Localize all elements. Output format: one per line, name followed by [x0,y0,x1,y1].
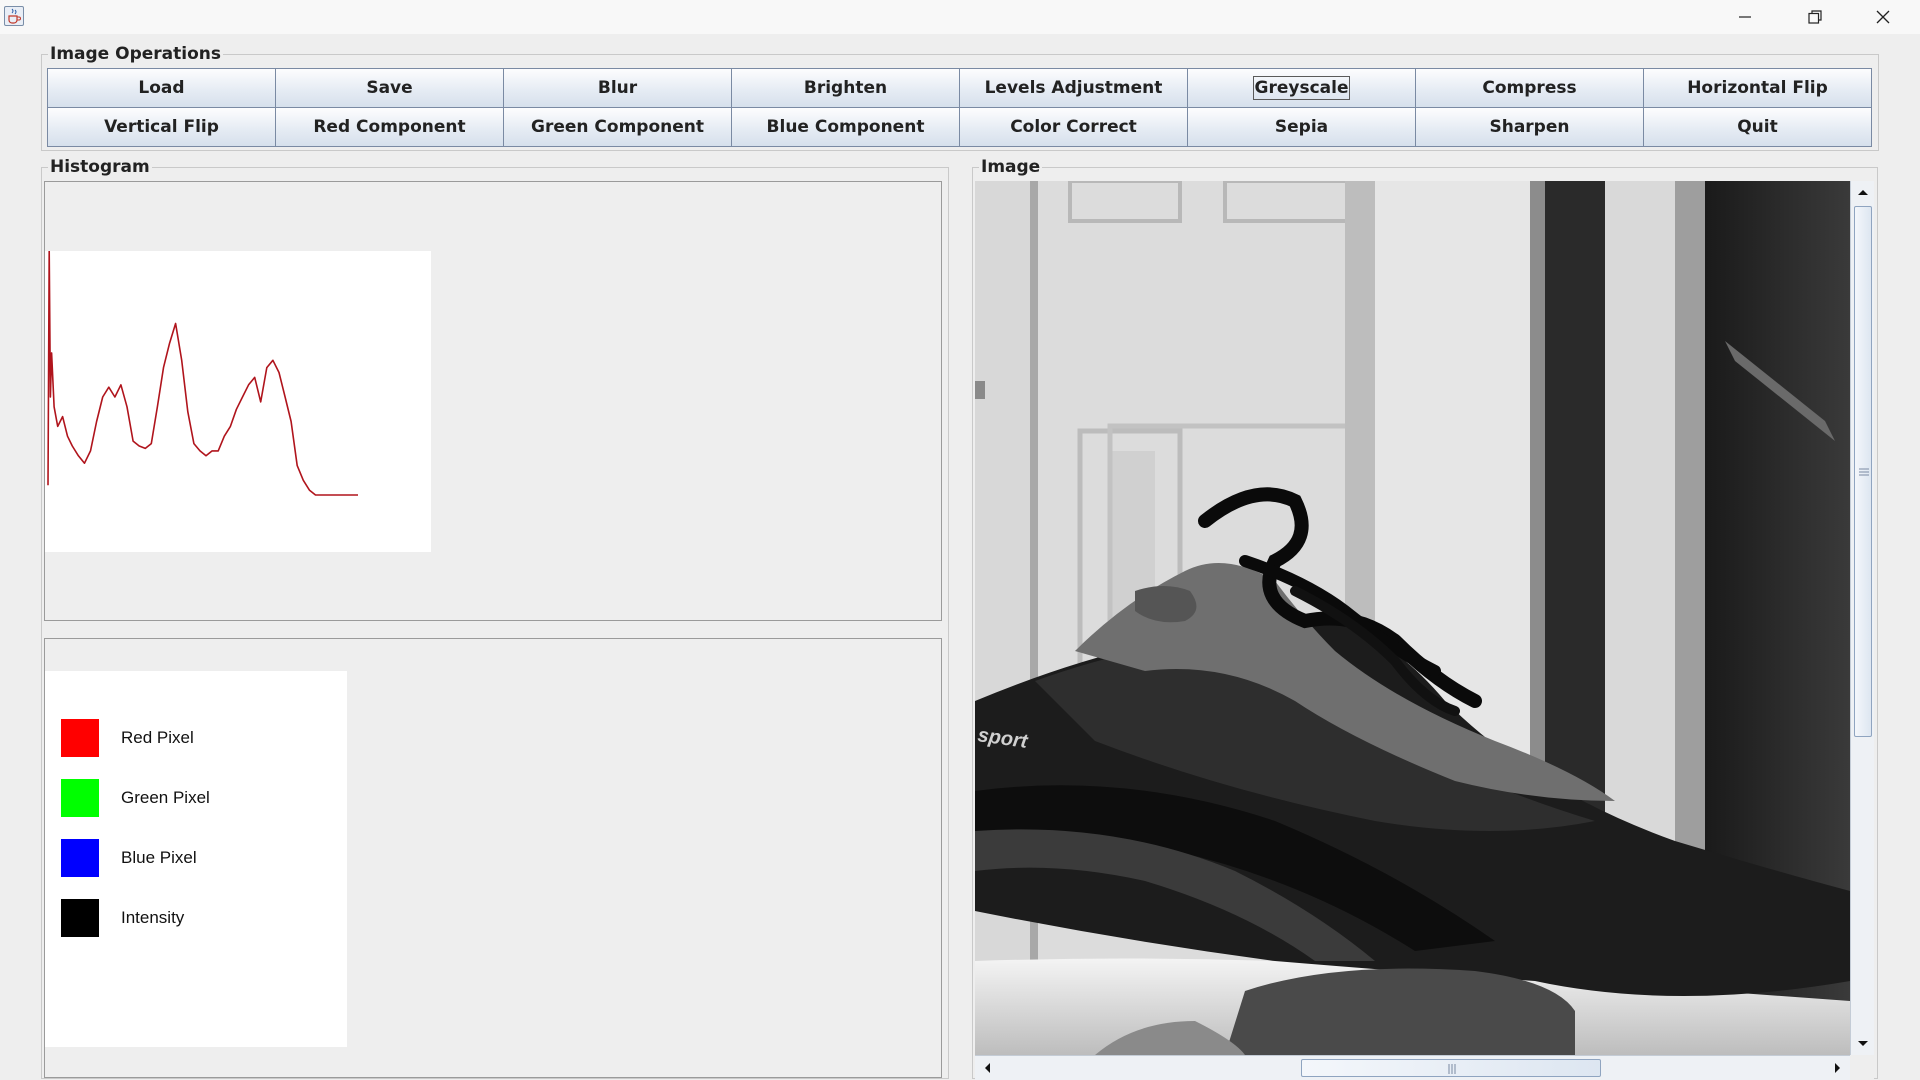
blue-swatch [61,839,99,877]
green-component-button[interactable]: Green Component [503,107,732,147]
histogram-title: Histogram [48,157,152,177]
restore-icon[interactable] [1780,0,1850,34]
compress-button[interactable]: Compress [1415,68,1644,108]
legend-panel: Red Pixel Green Pixel Blue Pixel Intensi… [44,638,942,1078]
scroll-corner [1850,1055,1874,1080]
sharpen-button[interactable]: Sharpen [1415,107,1644,147]
levels-adjustment-button[interactable]: Levels Adjustment [959,68,1188,108]
legend-item-green: Green Pixel [61,779,210,817]
red-component-button[interactable]: Red Component [275,107,504,147]
greyscale-sneaker-image: sport [975,181,1850,1055]
intensity-swatch [61,899,99,937]
histogram-canvas [45,251,431,552]
legend-label: Red Pixel [121,728,194,747]
image-viewport[interactable]: sport [975,181,1850,1055]
color-correct-button[interactable]: Color Correct [959,107,1188,147]
save-button[interactable]: Save [275,68,504,108]
scroll-right-icon[interactable] [1826,1056,1850,1080]
greyscale-button[interactable]: Greyscale [1187,68,1416,108]
scroll-up-icon[interactable] [1851,181,1875,203]
scroll-left-icon[interactable] [975,1056,999,1080]
java-cup-icon [4,6,24,26]
image-title: Image [979,157,1043,177]
window-title-bar [0,0,1920,34]
scroll-down-icon[interactable] [1851,1033,1875,1055]
operations-button-grid: Load Save Blur Brighten Levels Adjustmen… [47,68,1872,147]
histogram-chart-panel [44,181,942,621]
blur-button[interactable]: Blur [503,68,732,108]
histogram-chart [47,251,358,496]
legend-label: Blue Pixel [121,848,197,867]
legend-item-blue: Blue Pixel [61,839,197,877]
legend-item-red: Red Pixel [61,719,194,757]
brighten-button[interactable]: Brighten [731,68,960,108]
blue-component-button[interactable]: Blue Component [731,107,960,147]
sepia-button[interactable]: Sepia [1187,107,1416,147]
minimize-icon[interactable] [1710,0,1780,34]
legend-label: Intensity [121,908,185,927]
horizontal-scrollbar[interactable] [975,1055,1850,1080]
vertical-scroll-thumb[interactable] [1854,206,1872,737]
horizontal-scroll-thumb[interactable] [1301,1059,1601,1077]
image-operations-title: Image Operations [48,44,223,64]
quit-button[interactable]: Quit [1643,107,1872,147]
green-swatch [61,779,99,817]
load-button[interactable]: Load [47,68,276,108]
close-icon[interactable] [1848,0,1918,34]
histogram-series-line-0 [47,251,358,496]
vertical-flip-button[interactable]: Vertical Flip [47,107,276,147]
horizontal-flip-button[interactable]: Horizontal Flip [1643,68,1872,108]
legend-label: Green Pixel [121,788,210,807]
legend-canvas: Red Pixel Green Pixel Blue Pixel Intensi… [45,671,347,1047]
legend-item-intensity: Intensity [61,899,184,937]
vertical-scrollbar[interactable] [1850,181,1874,1055]
red-swatch [61,719,99,757]
